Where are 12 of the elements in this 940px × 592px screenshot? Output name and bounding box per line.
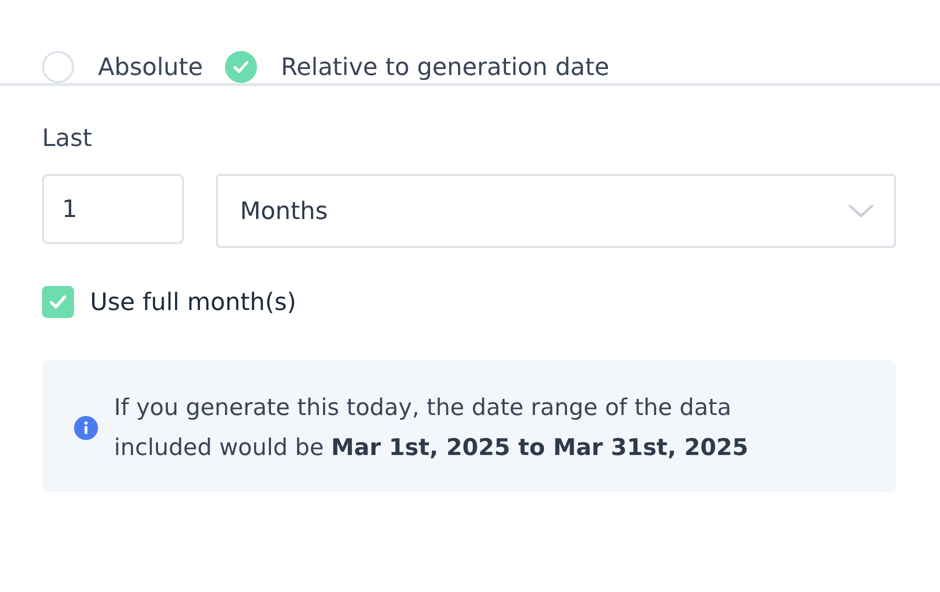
checkbox[interactable] bbox=[42, 286, 74, 318]
amount-field[interactable]: 1 bbox=[42, 174, 184, 244]
info-text: If you generate this today, the date range of the data included would be Mar 1st, 2025 to Mar 31st, 2025 bbox=[114, 394, 750, 463]
radio-button[interactable] bbox=[224, 50, 257, 82]
chevron-down-icon bbox=[848, 203, 874, 219]
radio-button[interactable] bbox=[42, 50, 74, 82]
full-month-checkbox[interactable]: Use full month(s) bbox=[42, 286, 896, 318]
field-label: Last bbox=[42, 124, 93, 152]
unit-select[interactable]: Months bbox=[216, 174, 896, 248]
radio-option[interactable]: Absolute bbox=[42, 50, 203, 82]
radio-option[interactable]: Relative to generation date bbox=[224, 50, 610, 82]
info-icon bbox=[74, 416, 98, 440]
